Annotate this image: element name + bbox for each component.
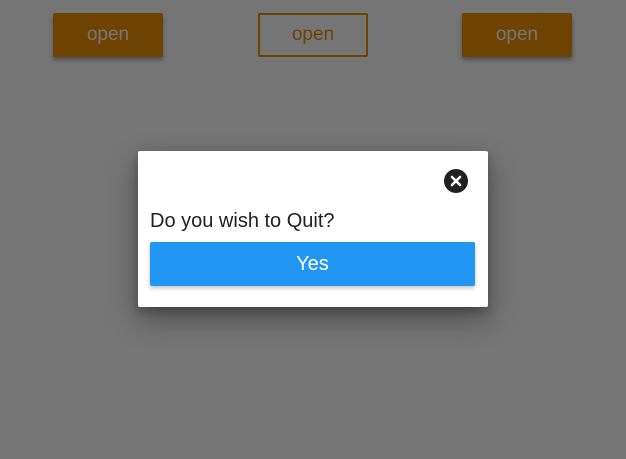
close-button[interactable] <box>444 169 468 193</box>
dialog-message: Do you wish to Quit? <box>150 210 335 232</box>
yes-button[interactable]: Yes <box>150 242 475 286</box>
quit-dialog: Do you wish to Quit? Yes <box>138 151 488 307</box>
close-icon <box>450 175 462 187</box>
